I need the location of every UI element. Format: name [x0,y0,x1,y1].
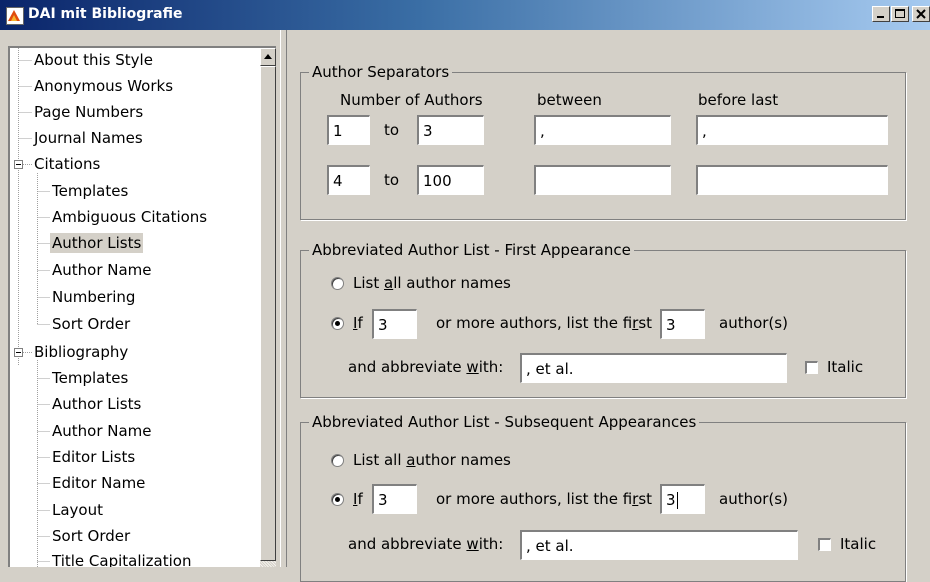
subsequent-italic-label[interactable]: Italic [840,535,876,553]
tree-item-journal-names[interactable]: Journal Names [32,128,145,148]
scroll-thumb[interactable] [260,66,276,561]
minimize-icon [877,16,884,18]
tree-item-bibliography[interactable]: Bibliography [32,342,130,362]
subsequent-list-count-input[interactable]: 3 [660,484,705,514]
first-appearance-legend: Abbreviated Author List - First Appearan… [309,241,634,259]
style-tree[interactable]: About this Style Anonymous Works Page Nu… [8,46,276,567]
subsequent-list-count-value: 3 [666,491,676,509]
first-middle-label: or more authors, list the first [436,314,653,332]
first-italic-checkbox[interactable] [805,361,818,374]
tree-item-citations-author-name[interactable]: Author Name [50,260,154,280]
tree-item-layout[interactable]: Layout [50,500,105,520]
subsequent-if-radio[interactable] [331,493,344,506]
scroll-up-arrow-icon [264,54,272,59]
first-italic-label[interactable]: Italic [827,358,863,376]
close-button[interactable] [912,6,930,22]
number-of-authors-header: Number of Authors [340,91,483,109]
subsequent-if-label[interactable]: If [353,490,363,508]
citations-collapse-icon[interactable] [14,160,23,169]
maximize-icon [895,9,905,18]
tree-item-about-this-style[interactable]: About this Style [32,50,155,70]
first-if-count-input[interactable]: 3 [372,309,417,339]
bibliography-collapse-icon[interactable] [14,348,23,357]
row1-from-input[interactable]: 1 [327,115,370,145]
first-if-radio[interactable] [331,317,344,330]
title-bar[interactable]: DAI mit Bibliografie [0,0,930,30]
scroll-up-button[interactable] [260,48,276,66]
subsequent-abbreviate-input[interactable]: , et al. [520,530,798,560]
pane-splitter[interactable] [280,30,287,567]
minimize-button[interactable] [872,6,890,22]
row2-to-input[interactable]: 100 [417,165,484,195]
first-authors-suffix: author(s) [719,314,788,332]
tree-item-citations-templates[interactable]: Templates [50,181,130,201]
maximize-button[interactable] [891,6,909,22]
tree-item-editor-lists[interactable]: Editor Lists [50,447,137,467]
row2-to-label: to [384,171,400,189]
first-list-all-radio[interactable] [331,277,344,290]
subsequent-italic-checkbox[interactable] [818,538,831,551]
author-separators-legend: Author Separators [309,63,453,81]
first-list-count-input[interactable]: 3 [660,309,705,339]
subsequent-appearances-legend: Abbreviated Author List - Subsequent App… [309,413,700,431]
subsequent-list-all-radio[interactable] [331,454,344,467]
tree-item-bibliography-author-name[interactable]: Author Name [50,421,154,441]
subsequent-list-all-label[interactable]: List all author names [353,451,511,469]
tree-item-citations-sort-order[interactable]: Sort Order [50,314,132,334]
tree-item-citations-author-lists[interactable]: Author Lists [50,233,144,253]
endnote-app-icon[interactable] [6,7,24,25]
tree-item-numbering[interactable]: Numbering [50,287,137,307]
first-abbreviate-input[interactable]: , et al. [520,353,787,383]
between-header: between [537,91,602,109]
first-list-all-label[interactable]: List all author names [353,274,511,292]
row1-to-input[interactable]: 3 [417,115,484,145]
before-last-header: before last [698,91,779,109]
row1-between-input[interactable]: , [534,115,671,145]
tree-item-title-capitalization[interactable]: Title Capitalization [50,551,193,567]
subsequent-middle-label: or more authors, list the first [436,490,653,508]
tree-item-page-numbers[interactable]: Page Numbers [32,102,145,122]
text-caret [676,492,678,509]
row2-before-last-input[interactable] [696,165,888,195]
window-title: DAI mit Bibliografie [28,6,183,22]
first-if-label[interactable]: If [353,314,363,332]
row1-before-last-input[interactable]: , [696,115,888,145]
tree-scrollbar[interactable] [260,48,276,567]
tree-item-editor-name[interactable]: Editor Name [50,473,147,493]
tree-item-bibliography-templates[interactable]: Templates [50,368,130,388]
subsequent-authors-suffix: author(s) [719,490,788,508]
subsequent-abbreviate-label: and abbreviate with: [348,535,504,553]
subsequent-if-count-input[interactable]: 3 [372,484,417,514]
first-abbreviate-label: and abbreviate with: [348,358,504,376]
tree-item-bibliography-sort-order[interactable]: Sort Order [50,526,132,546]
tree-item-anonymous-works[interactable]: Anonymous Works [32,76,175,96]
tree-item-ambiguous-citations[interactable]: Ambiguous Citations [50,207,209,227]
row2-from-input[interactable]: 4 [327,165,370,195]
close-icon [916,9,926,19]
tree-item-citations[interactable]: Citations [32,154,102,174]
row2-between-input[interactable] [534,165,671,195]
tree-item-bibliography-author-lists[interactable]: Author Lists [50,394,143,414]
row1-to-label: to [384,121,400,139]
